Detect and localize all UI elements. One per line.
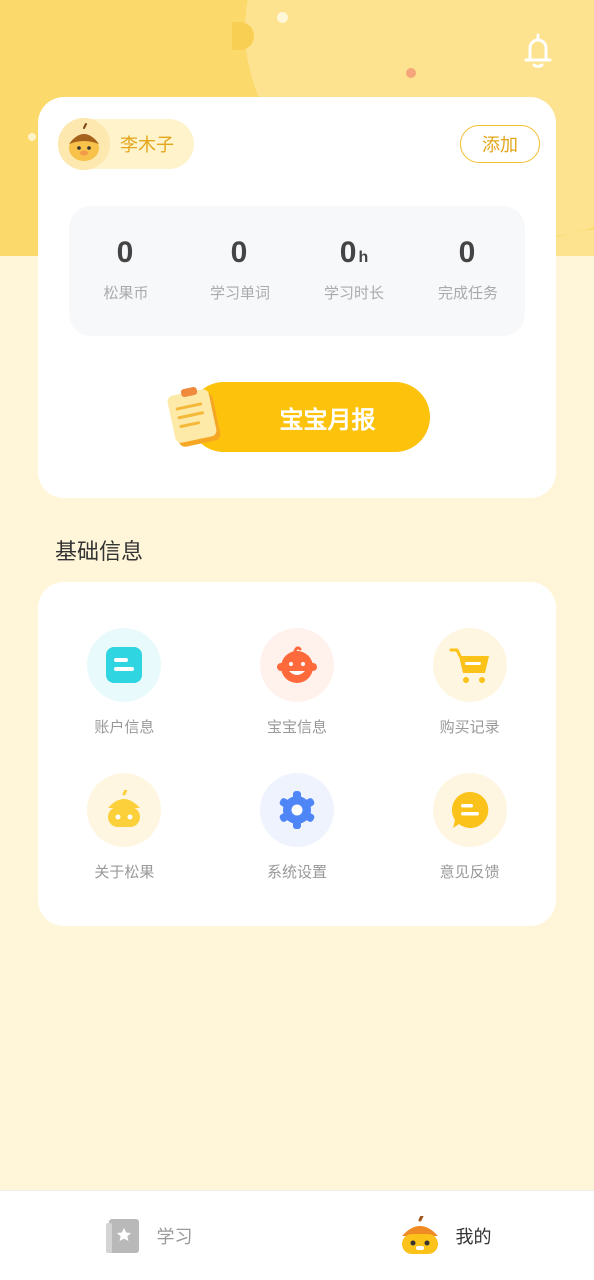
menu-item-label: 购买记录 (439, 718, 500, 736)
stat-value: 0h (339, 236, 369, 269)
user-profile-pill[interactable]: 李木子 (58, 118, 194, 170)
menu-item-label: 账户信息 (94, 718, 155, 736)
menu-item-settings[interactable]: 系统设置 (211, 773, 384, 882)
menu-item-purchases[interactable]: 购买记录 (383, 628, 556, 737)
clipboard-icon (167, 386, 221, 447)
menu-item-label: 意见反馈 (439, 863, 500, 881)
monthly-report-button[interactable]: 宝宝月报 (189, 382, 430, 452)
decor-dot (406, 68, 416, 78)
feedback-icon (432, 773, 507, 847)
decor-dot (28, 133, 36, 141)
bell-icon[interactable] (520, 30, 556, 70)
stat-label: 学习时长 (323, 284, 384, 302)
stat-value: 0 (458, 236, 476, 269)
stat-coins: 0 松果币 (69, 206, 183, 336)
book-icon (105, 1218, 139, 1253)
menu-item-account[interactable]: 账户信息 (38, 628, 211, 737)
stat-tasks: 0 完成任务 (411, 206, 525, 336)
menu-item-feedback[interactable]: 意见反馈 (383, 773, 556, 882)
user-card: 李木子 添加 0 松果币 0 学习单词 0h 学习时长 0 完成任务 宝宝月报 (38, 97, 556, 498)
stat-label: 学习单词 (209, 284, 270, 302)
menu-item-label: 关于松果 (94, 863, 155, 881)
tab-label: 学习 (156, 1226, 193, 1248)
avatar (58, 118, 110, 170)
pinecone-avatar-icon (58, 118, 110, 170)
menu-item-label: 宝宝信息 (266, 718, 327, 736)
menu-grid: 账户信息 宝宝信息 购买记录 关于松果 系统设置 意见反馈 (38, 628, 556, 882)
stat-value: 0 (230, 236, 248, 269)
stat-value: 0 (116, 236, 134, 269)
menu-item-about[interactable]: 关于松果 (38, 773, 211, 882)
decor-dot (277, 12, 288, 23)
bottom-tab-bar: 学习 我的 (0, 1190, 594, 1280)
menu-item-label: 系统设置 (266, 863, 327, 881)
tab-label: 我的 (455, 1226, 492, 1248)
user-name: 李木子 (120, 135, 174, 156)
basic-info-card: 账户信息 宝宝信息 购买记录 关于松果 系统设置 意见反馈 (38, 582, 556, 926)
stats-panel: 0 松果币 0 学习单词 0h 学习时长 0 完成任务 (69, 206, 525, 336)
menu-item-baby[interactable]: 宝宝信息 (211, 628, 384, 737)
tab-mine[interactable]: 我的 (297, 1191, 594, 1280)
stat-label: 松果币 (103, 284, 149, 302)
gear-icon (259, 773, 334, 847)
stat-duration: 0h 学习时长 (297, 206, 411, 336)
account-icon (87, 628, 162, 702)
cart-icon (432, 628, 507, 702)
baby-icon (259, 628, 334, 702)
stat-words: 0 学习单词 (183, 206, 297, 336)
section-title: 基础信息 (55, 540, 144, 565)
tab-study[interactable]: 学习 (0, 1191, 297, 1280)
pinecone-face-icon (401, 1215, 438, 1254)
stat-label: 完成任务 (437, 284, 498, 302)
add-button[interactable]: 添加 (460, 125, 540, 163)
pinecone-icon (87, 773, 162, 847)
